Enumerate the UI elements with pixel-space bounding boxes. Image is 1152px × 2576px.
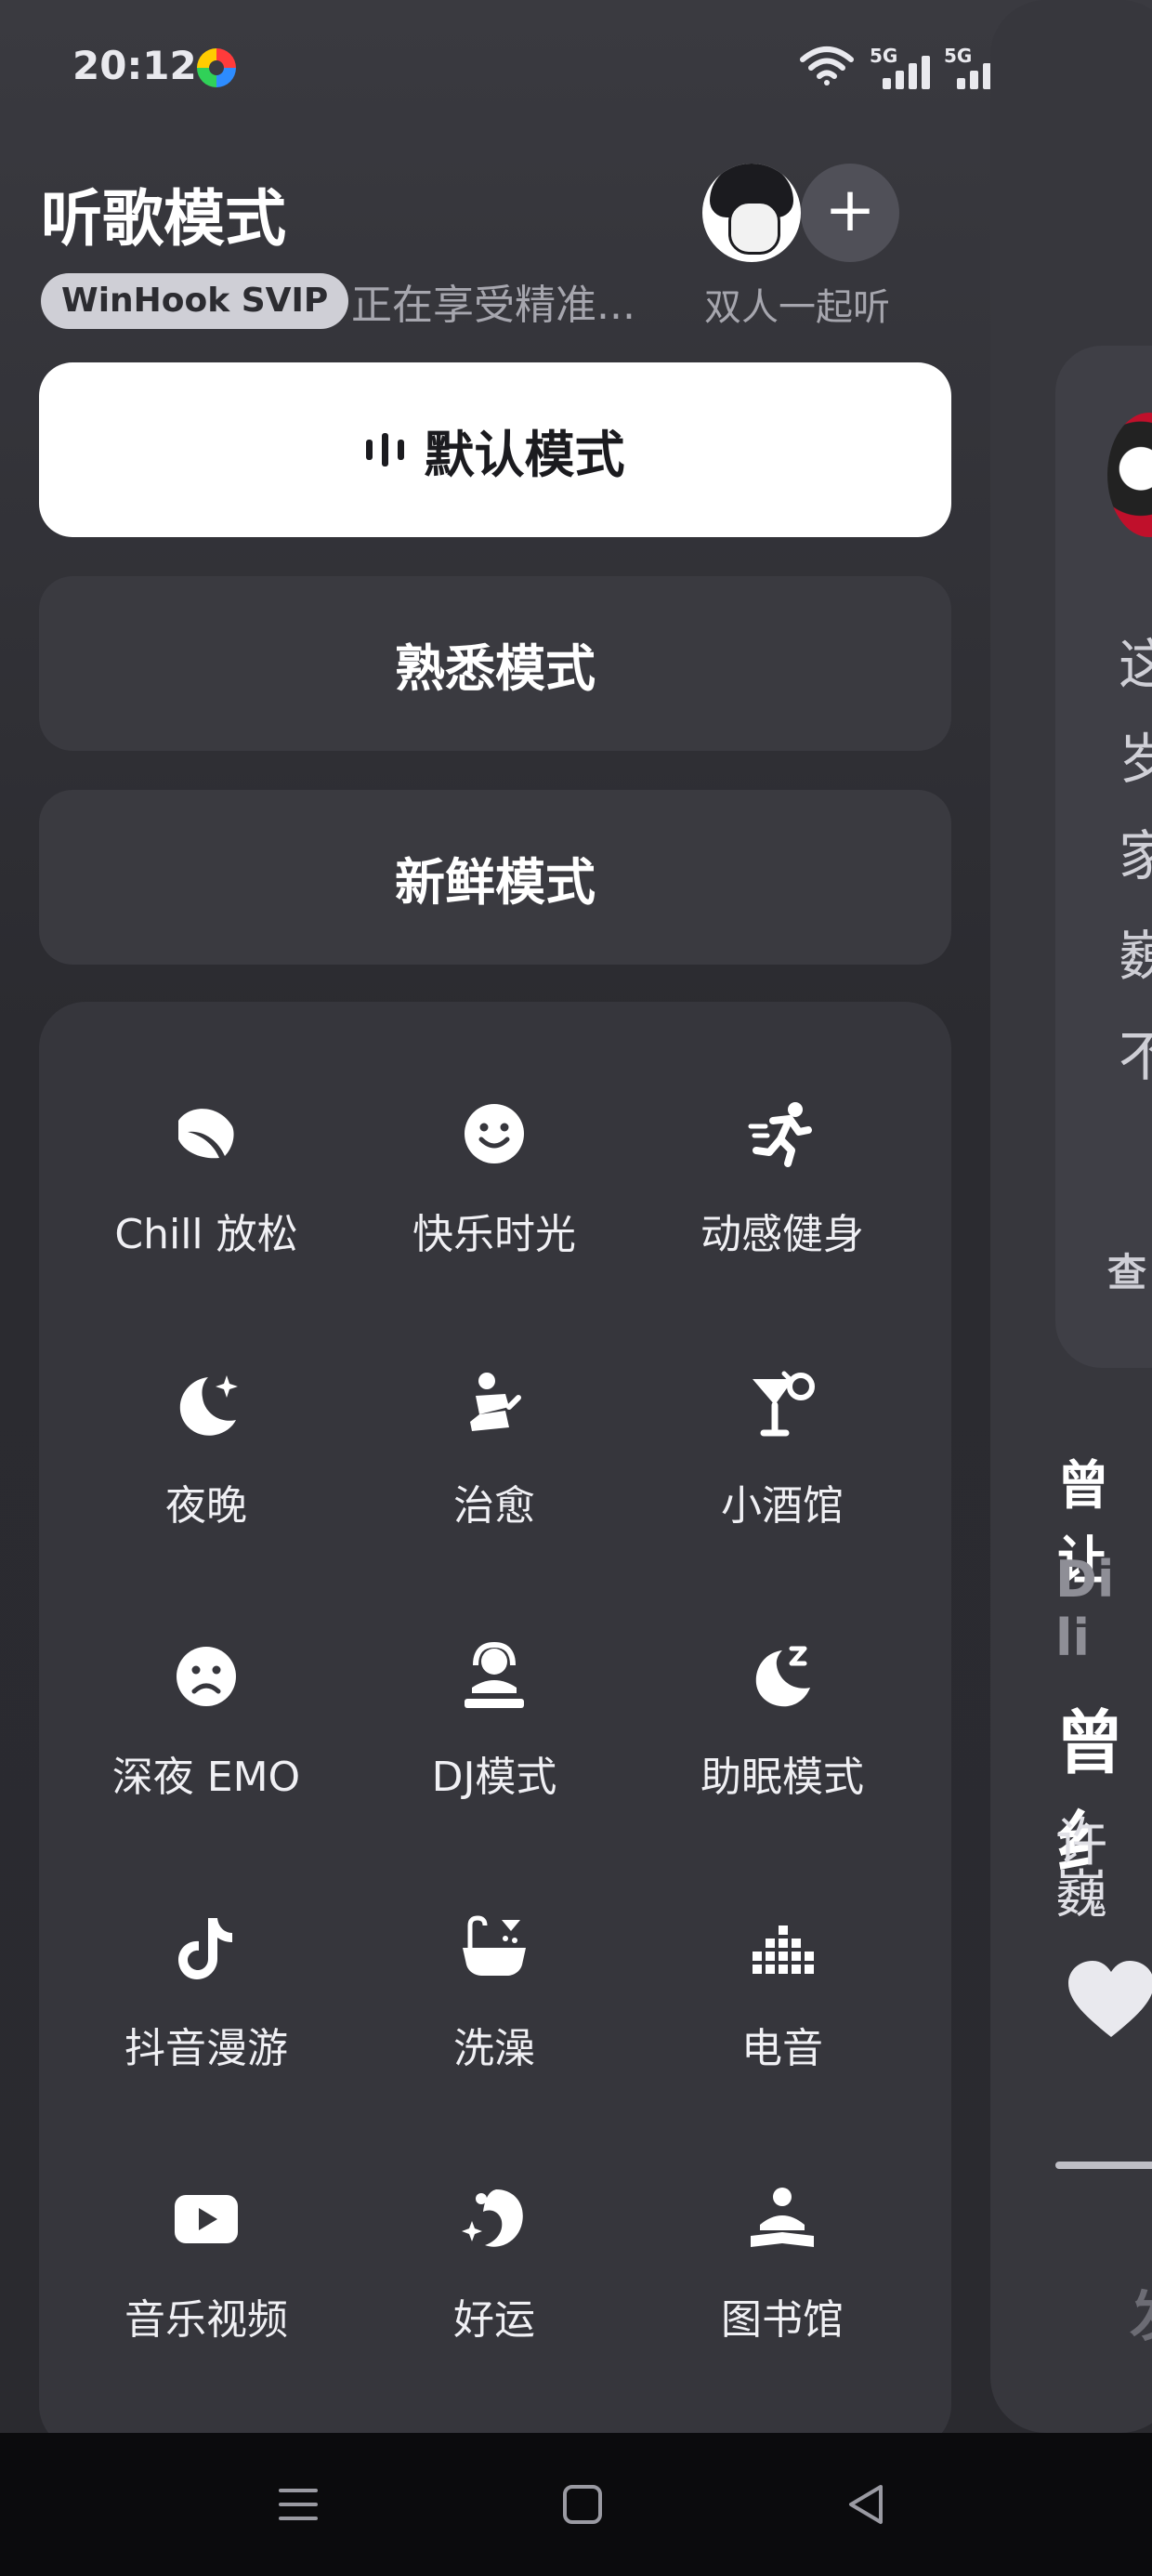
back-icon[interactable] [844, 2481, 890, 2528]
scene-happy[interactable]: 快乐时光 [350, 1071, 638, 1294]
add-listener-button[interactable]: + [801, 164, 899, 262]
scene-night[interactable]: 夜晚 [62, 1342, 350, 1565]
scene-label: 动感健身 [700, 1211, 864, 1258]
peek-char: 巍 [1119, 925, 1152, 988]
scene-label: 电音 [741, 2025, 823, 2072]
lucky-icon [462, 2189, 523, 2247]
svip-subtitle: 正在享受精准... [351, 282, 635, 329]
smile-icon [465, 1104, 524, 1163]
playing-indicator-icon [365, 433, 404, 467]
status-time: 20:12 [72, 43, 197, 88]
mode-familiar-button[interactable]: 熟悉模式 [39, 576, 951, 751]
scene-healing[interactable]: 治愈 [350, 1342, 638, 1565]
listen-together-label[interactable]: 双人一起听 [704, 277, 890, 331]
scene-fitness[interactable]: 动感健身 [638, 1071, 926, 1294]
sleep-moon-icon [755, 1646, 810, 1707]
peek-artist-prefix: 许巍 [1055, 1813, 1107, 1925]
scene-shower[interactable]: 洗澡 [350, 1885, 638, 2108]
scene-label: 音乐视频 [124, 2296, 288, 2344]
mode-fresh-button[interactable]: 新鲜模式 [39, 790, 951, 965]
menu-icon[interactable] [275, 2481, 321, 2528]
scene-label: Chill 放松 [114, 1211, 298, 1258]
peek-char: 这 [1119, 633, 1152, 696]
moon-star-icon [179, 1375, 238, 1436]
peek-progress-line [1055, 2162, 1152, 2169]
user-avatar[interactable] [702, 164, 801, 262]
peek-footer: 发 [1130, 2271, 1152, 2352]
scene-chill[interactable]: Chill 放松 [62, 1071, 350, 1294]
page-title: 听歌模式 [41, 183, 286, 255]
svip-badge[interactable]: WinHook SVIP [41, 273, 349, 329]
sad-face-icon [177, 1647, 236, 1706]
tiktok-icon [178, 1918, 232, 1979]
next-page-peek-card[interactable] [990, 0, 1152, 2433]
peek-char: 岁 [1119, 728, 1152, 791]
peek-char: 不 [1119, 1025, 1152, 1088]
scene-label: DJ模式 [431, 1754, 557, 1801]
scene-sleep[interactable]: 助眠模式 [638, 1613, 926, 1836]
scene-library[interactable]: 图书馆 [638, 2156, 926, 2379]
scene-good-luck[interactable]: 好运 [350, 2156, 638, 2379]
scene-label: 深夜 EMO [111, 1754, 301, 1801]
scene-label: 夜晚 [165, 1482, 247, 1530]
scene-label: 图书馆 [721, 2296, 844, 2344]
mode-label: 默认模式 [424, 425, 625, 484]
scene-late-night-emo[interactable]: 深夜 EMO [62, 1613, 350, 1836]
scene-bar[interactable]: 小酒馆 [638, 1342, 926, 1565]
bathtub-icon [463, 1915, 526, 1976]
scene-label: 洗澡 [453, 2025, 535, 2072]
app-notification-icon [197, 48, 236, 87]
scene-music-video[interactable]: 音乐视频 [62, 2156, 350, 2379]
peek-char: 家 [1119, 824, 1152, 887]
system-navigation-bar [0, 2433, 1152, 2576]
cocktail-icon [753, 1371, 815, 1437]
scene-douyin-roam[interactable]: 抖音漫游 [62, 1885, 350, 2108]
video-play-icon [175, 2195, 238, 2243]
healing-icon [470, 1373, 521, 1431]
scene-label: 助眠模式 [700, 1754, 864, 1801]
scene-edm[interactable]: 电音 [638, 1885, 926, 2108]
home-icon[interactable] [559, 2481, 606, 2528]
scene-label: 小酒馆 [721, 1482, 844, 1530]
scene-label: 好运 [453, 2296, 535, 2344]
status-bar: 20:12 5G 5G 51 [0, 0, 1152, 130]
heart-icon[interactable] [1065, 1959, 1152, 2043]
wifi-icon [800, 46, 854, 85]
peek-view-more[interactable]: 查 [1107, 1242, 1146, 1298]
equalizer-icon [753, 1925, 814, 1974]
mode-label: 熟悉模式 [395, 638, 596, 698]
mode-label: 新鲜模式 [395, 852, 596, 912]
scene-label: 快乐时光 [412, 1211, 576, 1258]
scene-label: 抖音漫游 [124, 2025, 288, 2072]
leaf-icon [178, 1109, 234, 1159]
scene-label: 治愈 [453, 1482, 535, 1530]
mode-default-button[interactable]: 默认模式 [39, 362, 951, 537]
peek-latin-prefix: Di li [1055, 1550, 1115, 1667]
library-icon [751, 2188, 814, 2247]
running-icon [748, 1102, 812, 1167]
scene-dj[interactable]: DJ模式 [350, 1613, 638, 1836]
dj-icon [465, 1641, 524, 1708]
